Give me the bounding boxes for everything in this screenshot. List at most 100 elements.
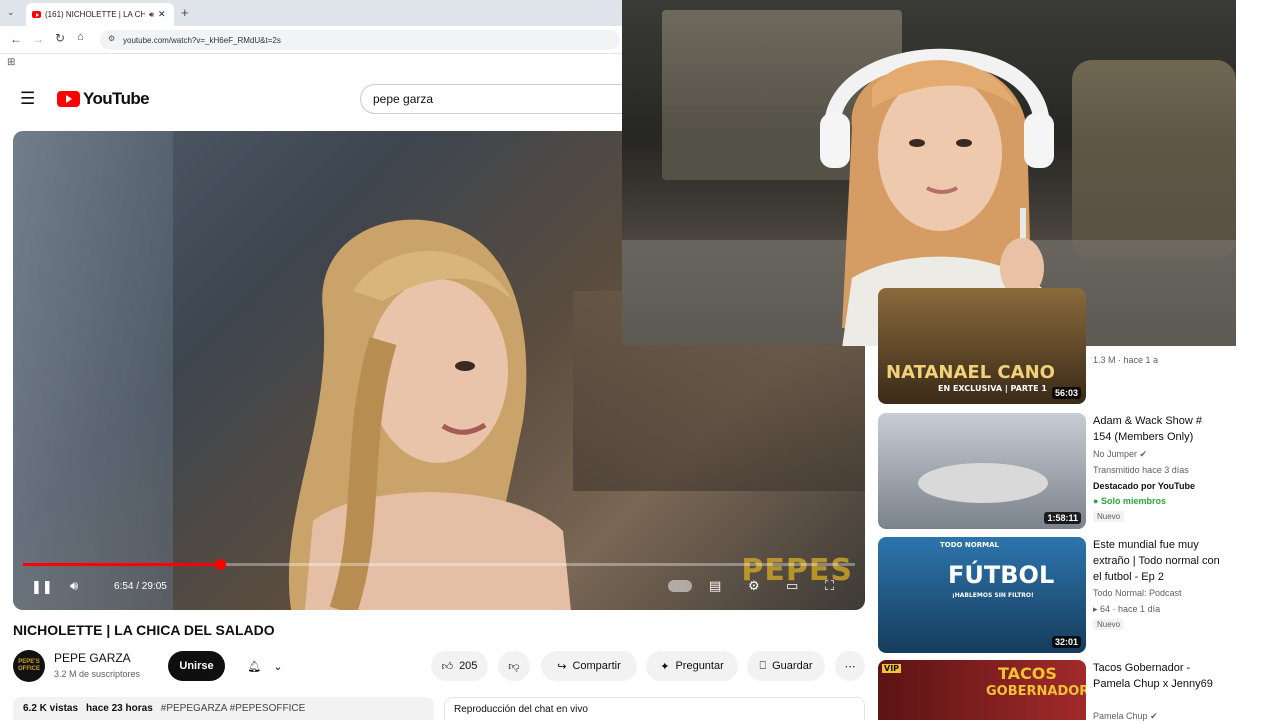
thumbnail-table (918, 463, 1048, 503)
new-badge: Nuevo (1093, 511, 1125, 522)
recommendation-title[interactable]: Adam & Wack Show # 154 (Members Only) (1093, 413, 1223, 445)
recommendations-sidebar: NATANAEL CANO EN EXCLUSIVA | PARTE 1 56:… (878, 288, 1236, 721)
members-badge: ● Solo miembros (1093, 496, 1166, 506)
tab-title: (161) NICHOLETTE | LA CHI (45, 10, 145, 19)
bell-icon: 🔔︎ (247, 660, 262, 673)
view-count: 6.2 K vistas (23, 703, 79, 714)
recommendation-channel[interactable]: Pamela Chup ✔︎ (1093, 708, 1158, 724)
like-button[interactable]: 👍︎ 205 (431, 651, 488, 681)
browser-tab-bar: ⌄ (161) NICHOLETTE | LA CHI 🔊︎ ✕ + (0, 0, 622, 26)
description-box[interactable]: 6.2 K vistas hace 23 horas #PEPEGARZA #P… (13, 697, 434, 720)
chevron-down-icon: ⌄ (273, 660, 283, 673)
new-tab-button[interactable]: + (181, 5, 189, 20)
upload-age: hace 23 horas (86, 703, 153, 714)
youtube-logo-icon (57, 91, 80, 107)
more-dots-icon: ⋯ (844, 660, 856, 673)
share-button[interactable]: ↪ Compartir (541, 651, 637, 681)
video-frame-person (288, 219, 571, 610)
time-display: 6:54 / 29:05 (114, 581, 167, 592)
reload-icon[interactable]: ↻ (55, 31, 65, 45)
pause-icon[interactable]: ❚❚ (31, 579, 53, 595)
share-icon: ↪ (557, 660, 567, 673)
thumbnail-text: TACOS (998, 664, 1057, 683)
site-info-icon[interactable]: ⚙︎ (108, 34, 115, 43)
tab-close-icon[interactable]: ✕ (158, 9, 166, 20)
ask-button[interactable]: ✦ Preguntar (646, 651, 738, 681)
recommendation-channel[interactable]: Todo Normal: Podcast (1093, 585, 1182, 601)
recommendation-item[interactable]: TODO NORMAL FÚTBOL ¡HABLEMOS SIN FILTRO!… (878, 537, 1236, 653)
broadcast-icon: ▸ (1093, 604, 1101, 614)
chat-replay-label: Reproducción del chat en vivo (454, 703, 588, 715)
webcam-background-sofa (1072, 60, 1236, 260)
notifications-button[interactable]: 🔔︎ ⌄ (236, 651, 294, 681)
join-button[interactable]: Unirse (168, 651, 225, 681)
save-button[interactable]: ⎕ Guardar (747, 651, 825, 681)
share-label: Compartir (572, 660, 621, 672)
chat-replay-box[interactable]: Reproducción del chat en vivo (444, 697, 865, 720)
tab-list-chevron-icon[interactable]: ⌄ (7, 7, 15, 18)
recommendation-thumbnail[interactable]: 1:58:11 (878, 413, 1086, 529)
like-count: 205 (459, 660, 478, 672)
recommendation-channel[interactable]: No Jumper ✔︎ (1093, 446, 1147, 462)
settings-gear-icon[interactable]: ⚙︎ (748, 578, 760, 594)
bookmark-icon: ⎕ (759, 659, 767, 672)
video-duration: 1:58:11 (1044, 512, 1081, 524)
home-icon[interactable]: ⌂ (77, 31, 84, 43)
recommendation-item[interactable]: VIP TACOS GOBERNADOR Tacos Gobernador - … (878, 660, 1236, 721)
hashtags[interactable]: #PEPEGARZA #PEPESOFFICE (161, 703, 306, 714)
recommendation-thumbnail[interactable]: NATANAEL CANO EN EXCLUSIVA | PARTE 1 56:… (878, 288, 1086, 404)
recommendation-item[interactable]: 1:58:11 Adam & Wack Show # 154 (Members … (878, 413, 1236, 529)
address-bar[interactable]: ⚙︎ youtube.com/watch?v=_kH6eF_RMdU&t=2s (100, 30, 620, 50)
browser-tab[interactable]: (161) NICHOLETTE | LA CHI 🔊︎ ✕ (26, 3, 174, 26)
recommendation-thumbnail[interactable]: VIP TACOS GOBERNADOR (878, 660, 1086, 720)
autoplay-toggle[interactable] (668, 580, 692, 592)
dislike-button[interactable]: 👎︎ (498, 651, 530, 681)
thumbnail-text: NATANAEL CANO (886, 362, 1055, 383)
search-input[interactable]: pepe garza (360, 84, 622, 114)
tab-audio-icon[interactable]: 🔊︎ (149, 10, 154, 20)
thumbnail-subtext: EN EXCLUSIVA | PARTE 1 (938, 384, 1047, 393)
video-title: NICHOLETTE | LA CHICA DEL SALADO (13, 622, 275, 638)
url-text: youtube.com/watch?v=_kH6eF_RMdU&t=2s (123, 35, 281, 45)
youtube-logo[interactable]: YouTube (57, 89, 150, 109)
browser-toolbar: ← → ↻ ⌂ ⚙︎ youtube.com/watch?v=_kH6eF_RM… (0, 26, 622, 54)
apps-grid-icon[interactable]: ⊞ (7, 57, 15, 68)
video-background-wall (13, 131, 173, 610)
channel-name[interactable]: PEPE GARZA (54, 651, 131, 665)
subtitles-icon[interactable]: ▤ (709, 578, 721, 594)
thumbnail-vip-badge: VIP (882, 664, 902, 673)
featured-label: Destacado por YouTube (1093, 481, 1196, 491)
youtube-logo-text: YouTube (83, 89, 150, 108)
search-value: pepe garza (373, 92, 434, 106)
recommendation-title[interactable]: Este mundial fue muy extraño | Todo norm… (1093, 537, 1223, 585)
subscriber-count: 3.2 M de suscriptores (54, 669, 141, 679)
ask-label: Preguntar (675, 660, 724, 672)
progress-bar[interactable] (23, 559, 855, 570)
player-controls: ❚❚ 🔊︎ 6:54 / 29:05 ▤ ⚙︎ ▭ ⛶ (13, 571, 865, 607)
forward-icon[interactable]: → (32, 32, 44, 46)
back-icon[interactable]: ← (10, 32, 22, 46)
miniplayer-icon[interactable]: ▭ (786, 578, 798, 594)
video-duration: 56:03 (1051, 387, 1081, 399)
menu-icon[interactable]: ☰ (20, 89, 35, 109)
youtube-header: ☰ YouTube pepe garza (0, 74, 622, 126)
thumbnail-top-text: TODO NORMAL (940, 541, 999, 549)
recommendation-meta: 1.3 M · hace 1 a (1093, 355, 1159, 365)
verified-icon: ✔︎ (1139, 449, 1148, 459)
progress-scrubber[interactable] (215, 559, 227, 570)
recommendation-item[interactable]: NATANAEL CANO EN EXCLUSIVA | PARTE 1 56:… (878, 288, 1236, 404)
volume-icon[interactable]: 🔊︎ (70, 578, 78, 594)
video-duration: 32:01 (1051, 636, 1081, 648)
recommendation-thumbnail[interactable]: TODO NORMAL FÚTBOL ¡HABLEMOS SIN FILTRO!… (878, 537, 1086, 653)
save-label: Guardar (772, 660, 813, 672)
new-badge: Nuevo (1093, 619, 1125, 630)
thumbs-up-icon: 👍︎ (441, 660, 454, 673)
more-actions-button[interactable]: ⋯ (835, 651, 865, 681)
bookmarks-bar: ⊞ (0, 54, 622, 74)
fullscreen-icon[interactable]: ⛶ (825, 578, 834, 594)
recommendation-title[interactable]: Tacos Gobernador - Pamela Chup x Jenny69 (1093, 660, 1223, 692)
youtube-favicon-icon (32, 11, 41, 18)
recommendation-meta: Transmitido hace 3 días (1093, 465, 1189, 475)
thumbnail-subtext: ¡HABLEMOS SIN FILTRO! (952, 592, 1034, 599)
channel-avatar[interactable]: PEPE'S OFFICE (13, 650, 45, 682)
